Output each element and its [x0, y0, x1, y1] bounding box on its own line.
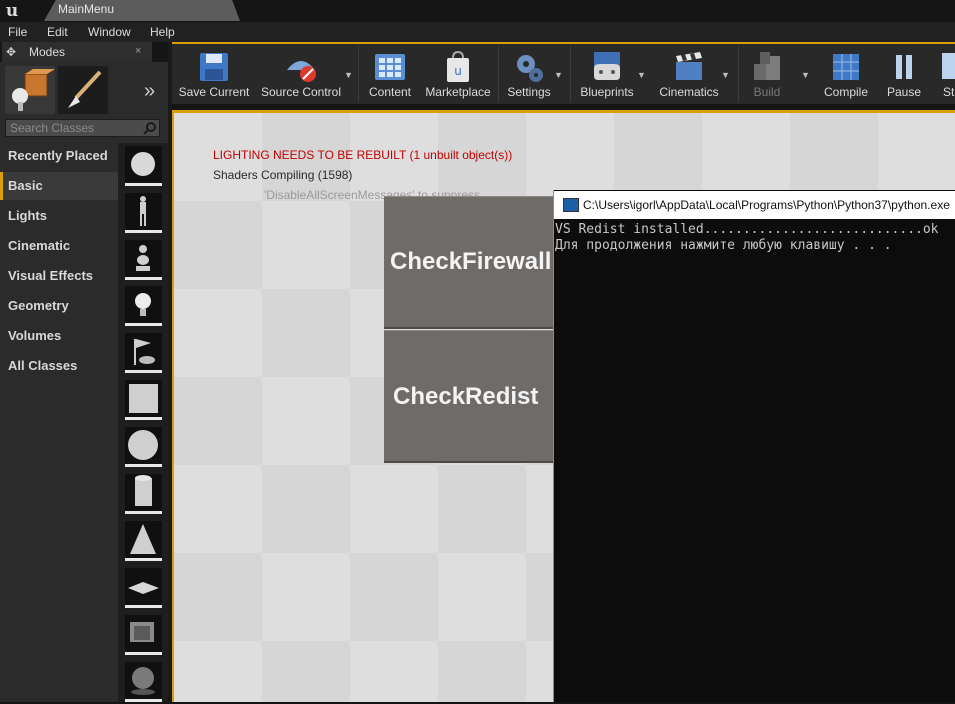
settings-dropdown-icon[interactable]: ▼	[554, 70, 563, 80]
player-start-icon[interactable]	[125, 240, 162, 280]
modes-title: Modes	[29, 45, 66, 59]
category-cinematic[interactable]: Cinematic	[0, 232, 118, 260]
category-lights[interactable]: Lights	[0, 202, 118, 230]
shopping-bag-icon: u	[447, 50, 469, 82]
toolbar-separator	[738, 46, 739, 102]
blueprints-icon	[594, 52, 620, 80]
category-volumes[interactable]: Volumes	[0, 322, 118, 350]
console-line: Для продолжения нажмите любую клавишу . …	[555, 238, 892, 253]
check-redist-label: CheckRedist	[393, 383, 539, 410]
check-firewall-label: CheckFirewall	[390, 248, 552, 275]
check-firewall-button[interactable]: CheckFirewall	[384, 196, 556, 329]
search-classes-input[interactable]	[10, 121, 138, 135]
python-console-icon	[563, 198, 579, 212]
cube-icon[interactable]	[125, 380, 162, 420]
category-recently-placed[interactable]: Recently Placed	[0, 142, 118, 170]
category-all-classes[interactable]: All Classes	[0, 352, 118, 380]
sphere-trigger-icon[interactable]	[125, 662, 162, 702]
console-window[interactable]	[553, 190, 955, 702]
compile-cubes-icon	[833, 54, 859, 80]
stop-button[interactable]: St	[938, 48, 955, 102]
source-control-button[interactable]: Source Control	[258, 48, 344, 102]
marketplace-button[interactable]: u Marketplace	[422, 48, 494, 102]
box-trigger-icon[interactable]	[125, 615, 162, 655]
cone-icon[interactable]	[125, 521, 162, 561]
close-icon[interactable]: ×	[135, 45, 141, 57]
sphere-icon[interactable]	[125, 146, 162, 186]
shaders-compiling-status: Shaders Compiling (1598)	[213, 168, 353, 182]
console-line: VS Redist installed.....................…	[555, 222, 939, 237]
build-blocks-icon	[754, 52, 780, 80]
menu-edit[interactable]: Edit	[47, 25, 68, 39]
search-classes-box	[5, 119, 160, 137]
menu-help[interactable]: Help	[150, 25, 175, 39]
sphere-icon[interactable]	[125, 427, 162, 467]
blueprints-button[interactable]: Blueprints	[576, 48, 638, 102]
menu-bar: File Edit Window Help	[0, 22, 955, 42]
category-geometry[interactable]: Geometry	[0, 292, 118, 320]
toolbar-separator	[570, 46, 571, 102]
build-button[interactable]: Build	[744, 48, 790, 102]
compile-button[interactable]: Compile	[820, 48, 872, 102]
cylinder-icon[interactable]	[125, 474, 162, 514]
unreal-logo-icon: u	[5, 1, 19, 21]
settings-button[interactable]: Settings	[504, 48, 554, 102]
category-basic[interactable]: Basic	[0, 172, 118, 200]
cinematics-dropdown-icon[interactable]: ▼	[721, 70, 730, 80]
mannequin-icon[interactable]	[125, 193, 162, 233]
more-modes-icon[interactable]: »	[144, 80, 155, 103]
source-control-dropdown-icon[interactable]: ▼	[344, 70, 353, 80]
source-control-icon	[287, 61, 316, 82]
settings-gears-icon	[517, 55, 543, 82]
content-browser-icon	[375, 54, 405, 80]
point-light-icon[interactable]	[125, 286, 162, 326]
paint-mode-button[interactable]	[58, 66, 108, 114]
clapperboard-icon	[676, 52, 702, 80]
flag-icon[interactable]	[125, 333, 162, 373]
check-redist-button[interactable]: CheckRedist	[384, 330, 556, 463]
modes-icon: ✥	[6, 45, 17, 59]
lighting-warning: LIGHTING NEEDS TO BE REBUILT (1 unbuilt …	[213, 148, 513, 162]
build-dropdown-icon[interactable]: ▼	[801, 70, 810, 80]
toolbar-separator	[498, 46, 499, 102]
toolbar-separator	[358, 46, 359, 102]
svg-text:u: u	[454, 64, 462, 78]
place-mode-button[interactable]	[5, 66, 55, 114]
stop-icon	[942, 53, 955, 79]
level-tab-label: MainMenu	[58, 2, 115, 16]
pause-icon	[896, 55, 912, 79]
menu-file[interactable]: File	[8, 25, 27, 39]
save-icon	[200, 53, 228, 81]
search-icon[interactable]	[143, 121, 157, 135]
save-current-button[interactable]: Save Current	[176, 48, 252, 102]
plane-icon[interactable]	[125, 568, 162, 608]
brush-icon	[68, 70, 102, 108]
blueprints-dropdown-icon[interactable]: ▼	[637, 70, 646, 80]
content-button[interactable]: Content	[364, 48, 416, 102]
menu-window[interactable]: Window	[88, 25, 131, 39]
modes-tab[interactable]	[2, 42, 152, 62]
place-mode-icon	[12, 69, 55, 111]
console-title: C:\Users\igorl\AppData\Local\Programs\Py…	[583, 198, 950, 212]
pause-button[interactable]: Pause	[882, 48, 926, 102]
category-visual-effects[interactable]: Visual Effects	[0, 262, 118, 290]
cinematics-button[interactable]: Cinematics	[654, 48, 724, 102]
